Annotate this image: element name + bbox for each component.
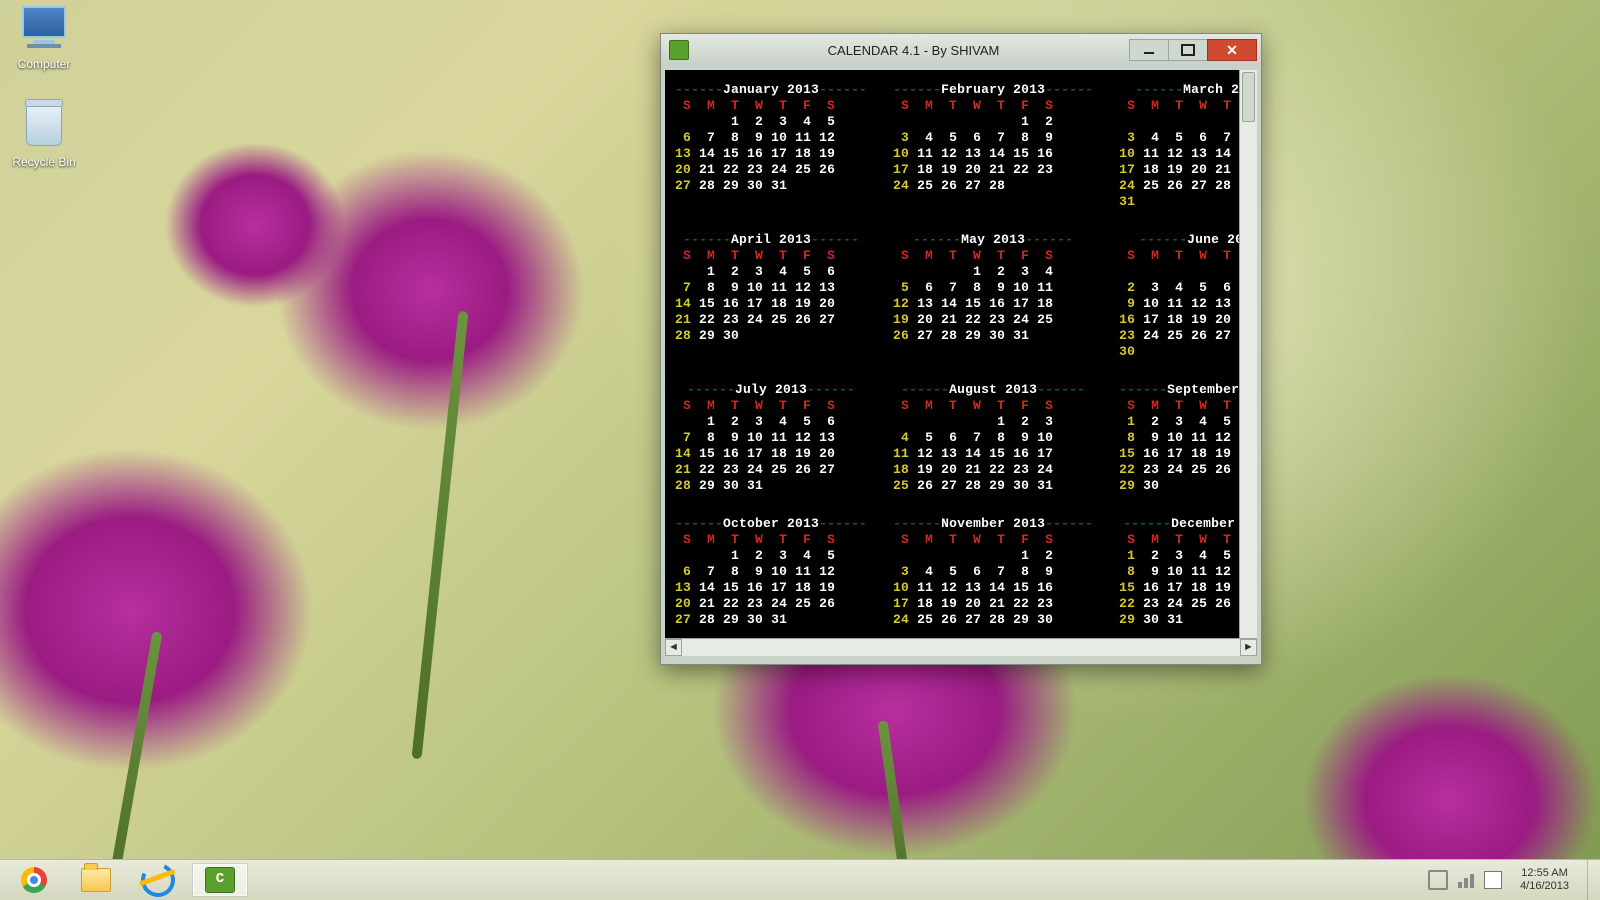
tray-flag-icon[interactable] <box>1484 871 1502 889</box>
month-block: ------October 2013------ S M T W T F S 1… <box>675 516 867 628</box>
month-day-headers: S M T W T F S <box>893 398 1093 414</box>
month-title: ------May 2013------ <box>893 232 1093 248</box>
month-block: ------August 2013------ S M T W T F S 1 … <box>893 382 1093 494</box>
horizontal-scrollbar[interactable]: ◄ ► <box>665 638 1257 656</box>
window-titlebar[interactable]: CALENDAR 4.1 - By SHIVAM ✕ <box>661 34 1261 66</box>
month-title: ------February 2013------ <box>893 82 1093 98</box>
month-block: ------March 2013------ S M T W T F S 1 2… <box>1119 82 1257 210</box>
scroll-left-button[interactable]: ◄ <box>665 639 682 656</box>
console-output[interactable]: ------January 2013------ S M T W T F S 1… <box>665 70 1257 638</box>
month-title: ------March 2013------ <box>1119 82 1257 98</box>
app-icon <box>669 40 689 60</box>
month-day-headers: S M T W T F S <box>893 248 1093 264</box>
vertical-scrollbar[interactable] <box>1239 70 1257 638</box>
desktop-icon-label: Computer <box>6 57 82 71</box>
month-day-headers: S M T W T F S <box>893 98 1093 114</box>
clock-date: 4/16/2013 <box>1520 880 1569 893</box>
close-button[interactable]: ✕ <box>1207 39 1257 61</box>
month-block: ------September 2013------ S M T W T F S… <box>1119 382 1257 494</box>
month-day-headers: S M T W T F S <box>1119 532 1257 548</box>
recycle-bin-icon <box>20 104 68 152</box>
month-day-headers: S M T W T F S <box>675 398 867 414</box>
month-block: ------December 2013------ S M T W T F S … <box>1119 516 1257 628</box>
month-block: ------February 2013------ S M T W T F S … <box>893 82 1093 210</box>
month-day-headers: S M T W T F S <box>675 248 867 264</box>
scroll-right-button[interactable]: ► <box>1240 639 1257 656</box>
month-block: ------April 2013------ S M T W T F S 1 2… <box>675 232 867 360</box>
show-desktop-button[interactable] <box>1587 860 1596 900</box>
month-block: ------November 2013------ S M T W T F S … <box>893 516 1093 628</box>
ie-icon <box>136 858 180 900</box>
calendar-window: CALENDAR 4.1 - By SHIVAM ✕ ------January… <box>660 33 1262 665</box>
chrome-icon <box>21 867 47 893</box>
minimize-button[interactable] <box>1129 39 1169 61</box>
month-day-headers: S M T W T F S <box>675 532 867 548</box>
maximize-button[interactable] <box>1168 39 1208 61</box>
month-title: ------August 2013------ <box>893 382 1093 398</box>
month-title: ------January 2013------ <box>675 82 867 98</box>
computer-icon <box>20 6 68 54</box>
month-day-headers: S M T W T F S <box>1119 248 1257 264</box>
tray-updates-icon[interactable] <box>1428 870 1448 890</box>
month-title: ------September 2013------ <box>1119 382 1257 398</box>
month-title: ------December 2013------ <box>1119 516 1257 532</box>
desktop-icon-recycle-bin[interactable]: Recycle Bin <box>6 100 82 169</box>
explorer-icon <box>81 868 111 892</box>
desktop-icon-label: Recycle Bin <box>6 155 82 169</box>
month-title: ------April 2013------ <box>675 232 867 248</box>
window-title: CALENDAR 4.1 - By SHIVAM <box>697 43 1130 58</box>
taskbar: C 12:55 AM 4/16/2013 <box>0 859 1600 900</box>
month-title: ------October 2013------ <box>675 516 867 532</box>
month-day-headers: S M T W T F S <box>1119 398 1257 414</box>
taskbar-app-ie[interactable] <box>130 863 186 897</box>
month-title: ------November 2013------ <box>893 516 1093 532</box>
month-title: ------June 2013------ <box>1119 232 1257 248</box>
month-day-headers: S M T W T F S <box>675 98 867 114</box>
month-day-headers: S M T W T F S <box>1119 98 1257 114</box>
taskbar-app-calendar[interactable]: C <box>192 863 248 897</box>
month-block: ------June 2013------ S M T W T F S 1 2 … <box>1119 232 1257 360</box>
month-title: ------July 2013------ <box>675 382 867 398</box>
calendar-icon: C <box>205 867 235 893</box>
month-block: ------January 2013------ S M T W T F S 1… <box>675 82 867 210</box>
month-block: ------July 2013------ S M T W T F S 1 2 … <box>675 382 867 494</box>
tray-network-icon[interactable] <box>1458 872 1474 888</box>
month-day-headers: S M T W T F S <box>893 532 1093 548</box>
month-block: ------May 2013------ S M T W T F S 1 2 3… <box>893 232 1093 360</box>
taskbar-app-chrome[interactable] <box>6 863 62 897</box>
taskbar-clock[interactable]: 12:55 AM 4/16/2013 <box>1512 865 1577 895</box>
taskbar-app-explorer[interactable] <box>68 863 124 897</box>
clock-time: 12:55 AM <box>1520 867 1569 880</box>
desktop-icon-computer[interactable]: Computer <box>6 6 82 71</box>
